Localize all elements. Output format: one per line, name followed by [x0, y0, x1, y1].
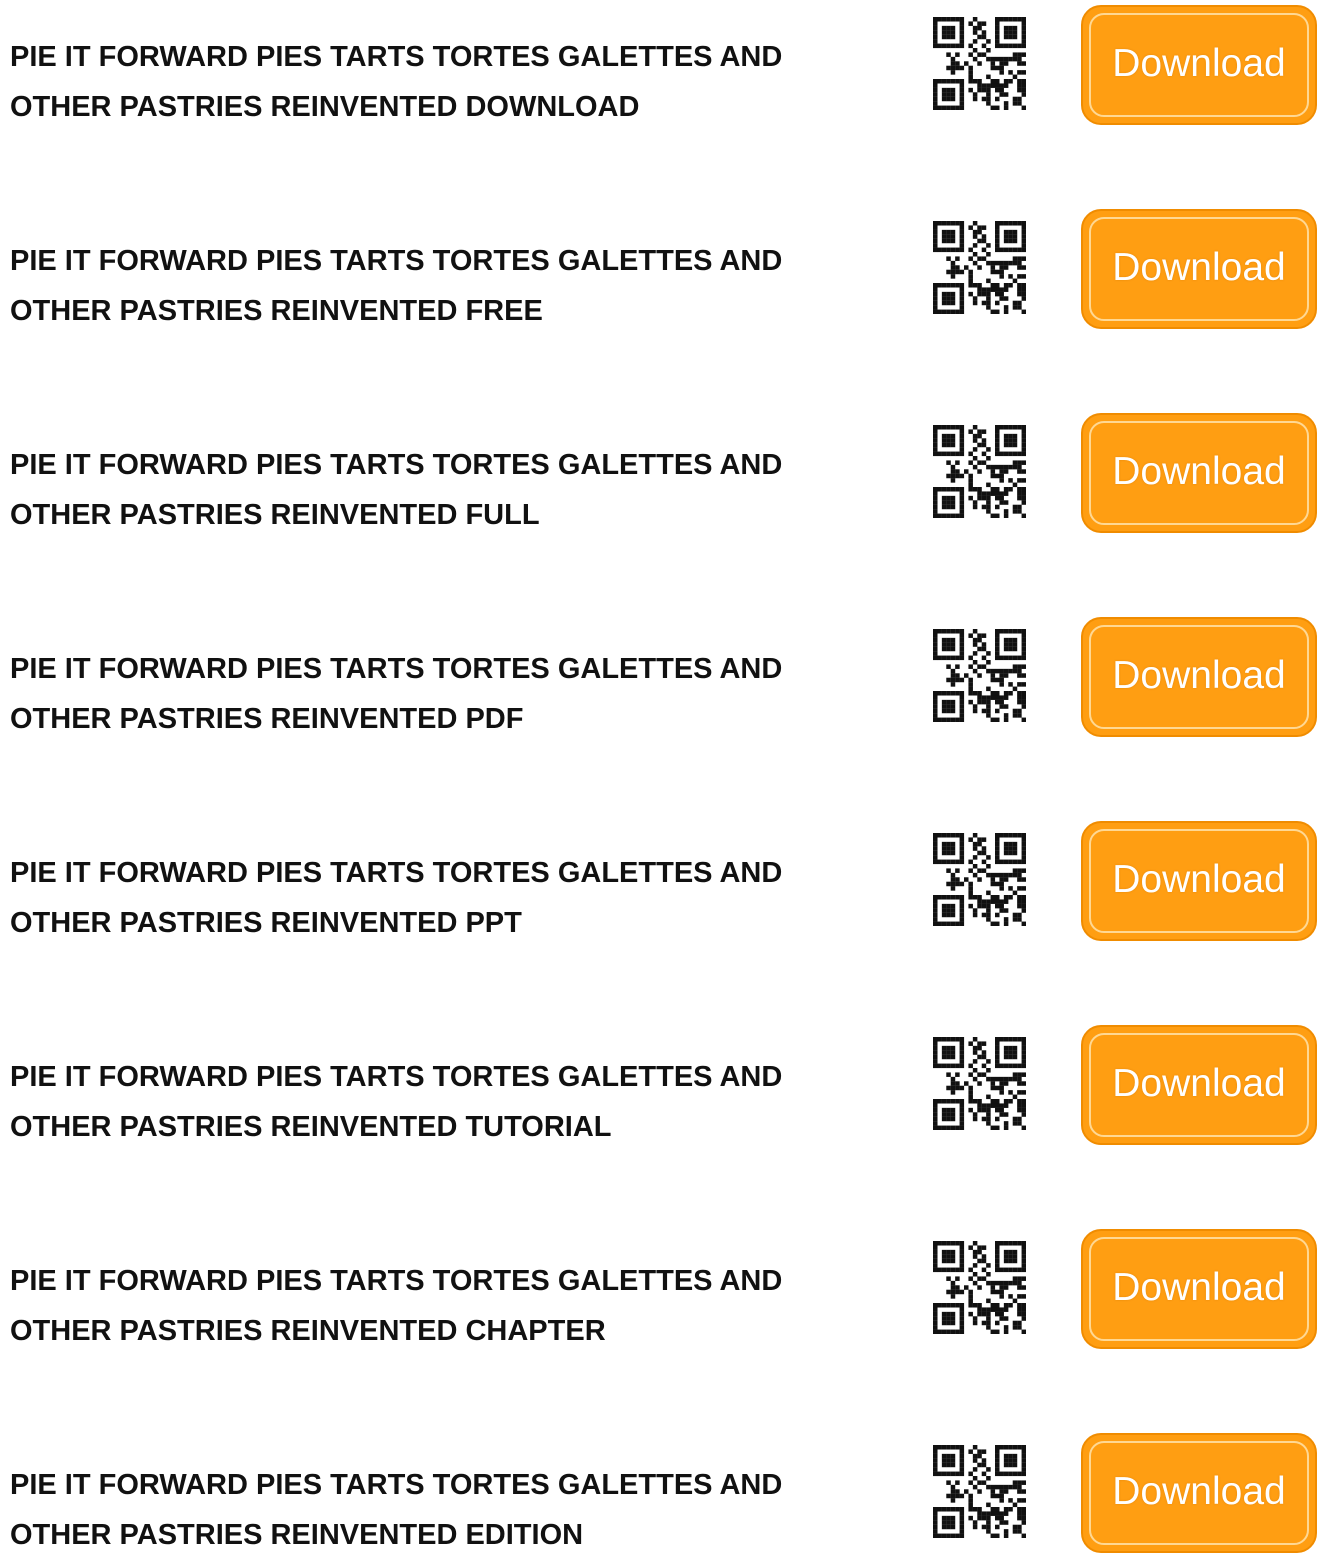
download-button-label: Download — [1112, 1266, 1286, 1309]
qr-code-icon — [933, 1445, 1026, 1538]
qr-code-icon — [933, 833, 1026, 926]
qr-code-icon — [933, 425, 1026, 518]
download-button[interactable]: Download — [1081, 209, 1317, 329]
qr-code-icon — [933, 1241, 1026, 1334]
item-title: PIE IT FORWARD PIES TARTS TORTES GALETTE… — [10, 245, 783, 327]
list-item: PIE IT FORWARD PIES TARTS TORTES GALETTE… — [0, 408, 1319, 533]
download-button-label: Download — [1112, 42, 1286, 85]
list-item: PIE IT FORWARD PIES TARTS TORTES GALETTE… — [0, 204, 1319, 329]
item-title: PIE IT FORWARD PIES TARTS TORTES GALETTE… — [10, 1061, 783, 1143]
list-item: PIE IT FORWARD PIES TARTS TORTES GALETTE… — [0, 0, 1319, 125]
download-button[interactable]: Download — [1081, 1433, 1317, 1553]
download-button[interactable]: Download — [1081, 413, 1317, 533]
download-button-label: Download — [1112, 1062, 1286, 1105]
qr-code-icon — [933, 221, 1026, 314]
list-item: PIE IT FORWARD PIES TARTS TORTES GALETTE… — [0, 1020, 1319, 1145]
list-item: PIE IT FORWARD PIES TARTS TORTES GALETTE… — [0, 816, 1319, 941]
item-title: PIE IT FORWARD PIES TARTS TORTES GALETTE… — [10, 653, 783, 735]
download-button-label: Download — [1112, 450, 1286, 493]
item-title: PIE IT FORWARD PIES TARTS TORTES GALETTE… — [10, 449, 783, 531]
qr-code-icon — [933, 629, 1026, 722]
download-button[interactable]: Download — [1081, 1229, 1317, 1349]
qr-code-icon — [933, 1037, 1026, 1130]
download-button[interactable]: Download — [1081, 821, 1317, 941]
list-item: PIE IT FORWARD PIES TARTS TORTES GALETTE… — [0, 1428, 1319, 1553]
list-item: PIE IT FORWARD PIES TARTS TORTES GALETTE… — [0, 612, 1319, 737]
qr-code-icon — [933, 17, 1026, 110]
download-button-label: Download — [1112, 246, 1286, 289]
item-title: PIE IT FORWARD PIES TARTS TORTES GALETTE… — [10, 41, 783, 123]
item-title: PIE IT FORWARD PIES TARTS TORTES GALETTE… — [10, 1469, 783, 1551]
download-button[interactable]: Download — [1081, 1025, 1317, 1145]
download-button-label: Download — [1112, 1470, 1286, 1513]
item-title: PIE IT FORWARD PIES TARTS TORTES GALETTE… — [10, 857, 783, 939]
item-title: PIE IT FORWARD PIES TARTS TORTES GALETTE… — [10, 1265, 783, 1347]
download-button-label: Download — [1112, 654, 1286, 697]
download-button-label: Download — [1112, 858, 1286, 901]
list-item: PIE IT FORWARD PIES TARTS TORTES GALETTE… — [0, 1224, 1319, 1349]
download-button[interactable]: Download — [1081, 5, 1317, 125]
download-button[interactable]: Download — [1081, 617, 1317, 737]
